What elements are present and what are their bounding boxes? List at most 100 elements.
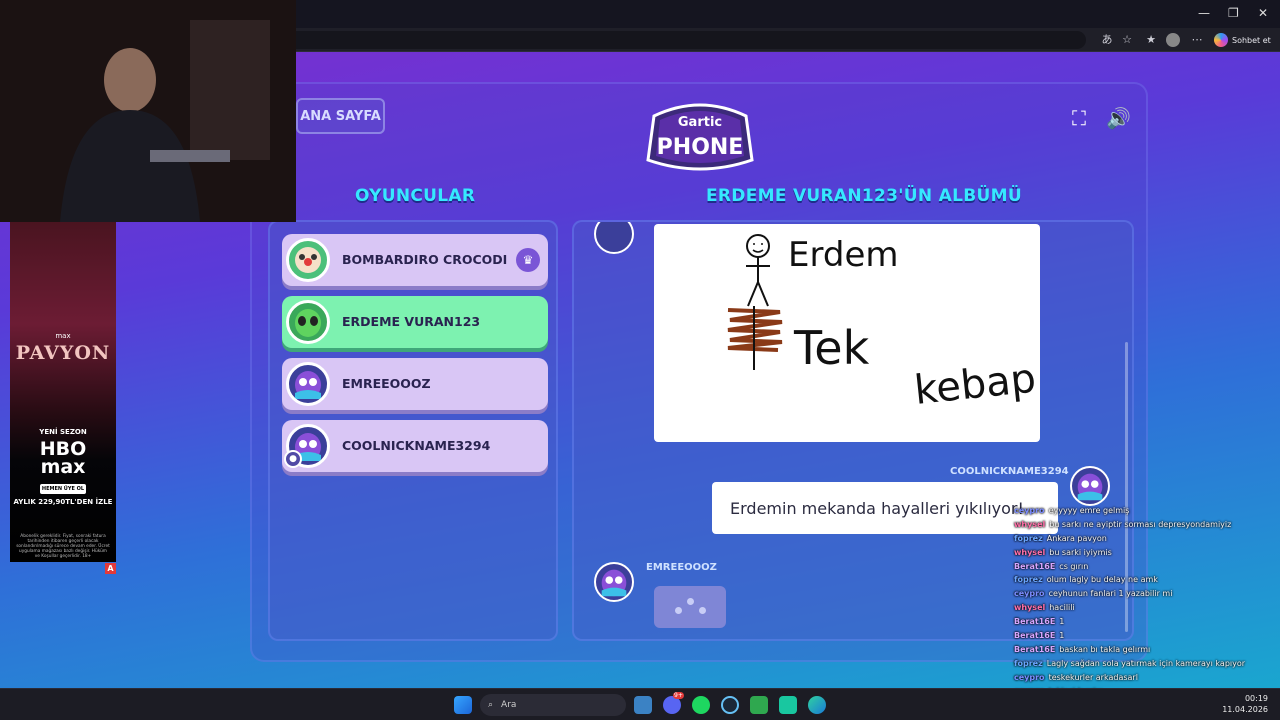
chat-text: ceyhunun fanlari 1 yazabilir mi	[1048, 589, 1173, 599]
chat-text: eyyyyy emre gelmiş	[1048, 506, 1130, 515]
hbo-max-ad[interactable]: max PAVYON YENİ SEZON HBO max HEMEN ÜYE …	[10, 222, 116, 562]
taskbar-search[interactable]: ⌕ Ara	[480, 694, 626, 716]
chat-message: foprez Lagly sağdan sola yatırmak için ka…	[1014, 657, 1274, 671]
chat-message: whysel hacilili	[1014, 601, 1274, 615]
chat-message: Berat16E cs gırın	[1014, 560, 1274, 574]
steam-icon[interactable]	[721, 696, 739, 714]
profile-avatar-icon[interactable]	[1166, 33, 1180, 47]
chat-message: foprez olum lagly bu delay ne amk	[1014, 573, 1274, 587]
favorites-icon[interactable]: ★	[1144, 33, 1158, 47]
bird-avatar-icon	[594, 222, 634, 254]
taskbar-clock[interactable]: 00:19 11.04.2026	[1222, 693, 1268, 715]
copilot-chat-button[interactable]: Sohbet et	[1214, 32, 1271, 48]
hbo-max-logo: HBO max	[39, 438, 87, 478]
player-card: EMREEOOOZ	[282, 358, 548, 410]
ad-brand-small: max	[55, 332, 71, 340]
ad-fine-print: Abonelik gereklidir. Fiyat, sonraki fatu…	[16, 534, 110, 559]
chat-message: Berat16E 1	[1014, 615, 1274, 629]
players-panel: BOMBARDIRO CROCODI ♛ ERDEME VURAN123 EMR…	[268, 220, 558, 641]
clown-avatar-icon	[286, 238, 330, 282]
home-button[interactable]: ANA SAYFA	[296, 98, 385, 134]
chat-username: Berat16E	[1014, 631, 1056, 641]
volume-icon[interactable]: 🔊	[1106, 106, 1131, 130]
windows-start-icon[interactable]	[454, 696, 472, 714]
player-name: COOLNICKNAME3294	[342, 438, 491, 453]
address-bar[interactable]	[296, 31, 1086, 49]
player-card-active: ERDEME VURAN123	[282, 296, 548, 348]
search-icon: ⌕	[488, 700, 494, 710]
chat-username: whysel	[1014, 519, 1046, 529]
chat-username: foprez	[1014, 533, 1043, 543]
clock-time: 00:19	[1244, 694, 1268, 703]
minimize-button[interactable]: —	[1198, 6, 1210, 20]
player-card: ● COOLNICKNAME3294	[282, 420, 548, 472]
alien-avatar-icon	[286, 300, 330, 344]
bird-avatar-icon	[286, 362, 330, 406]
players-title: OYUNCULAR	[355, 186, 476, 206]
chat-text: 1	[1059, 631, 1065, 641]
minecraft-launcher-icon[interactable]	[750, 696, 768, 714]
more-menu-icon[interactable]: ⋯	[1190, 33, 1204, 47]
gartic-phone-logo: Gartic PHONE	[646, 103, 754, 171]
chat-message: Berat16E baskan bı takla gelırmı	[1014, 643, 1274, 657]
spotify-icon[interactable]	[692, 696, 710, 714]
drawing-canvas: Erdem Tek kebap	[654, 224, 1040, 442]
player-name: EMREEOOOZ	[342, 376, 431, 391]
host-crown-icon: ♛	[516, 248, 540, 272]
chat-username: whysel	[1014, 603, 1046, 613]
chat-text: hacilili	[1049, 603, 1075, 613]
ad-cta-button[interactable]: HEMEN ÜYE OL	[40, 484, 86, 494]
chat-username: ceypro	[1014, 506, 1045, 515]
waiting-author: EMREEOOOZ	[646, 562, 717, 573]
typing-dot	[675, 607, 682, 614]
discord-badge: 9+	[673, 692, 684, 699]
windows-taskbar: ⌕ Ara 9+ 00:19 11.04.2026	[0, 688, 1280, 720]
chat-text: Lagly sağdan sola yatırmak için kamerayı…	[1046, 658, 1246, 668]
maximize-button[interactable]: ❐	[1228, 6, 1239, 20]
svg-text:kebap: kebap	[912, 355, 1038, 413]
chat-text: baskan bı takla gelırmı	[1059, 644, 1151, 654]
chat-username: foprez	[1014, 658, 1043, 668]
favorite-star-icon[interactable]: ☆	[1120, 33, 1134, 47]
translate-icon[interactable]: あ	[1100, 33, 1114, 47]
ad-title: PAVYON	[15, 342, 111, 364]
copilot-icon	[1214, 33, 1228, 47]
svg-text:Erdem: Erdem	[788, 235, 898, 275]
chat-text: cs gırın	[1059, 561, 1089, 571]
chat-username: whysel	[1014, 547, 1046, 557]
chat-text: 1	[1059, 617, 1065, 627]
chat-username: Berat16E	[1014, 617, 1056, 627]
player-name: BOMBARDIRO CROCODI	[342, 252, 508, 267]
chat-text: Ankara pavyon	[1046, 533, 1107, 543]
message-bubble: Erdemin mekanda hayalleri yıkılıyor!	[712, 482, 1058, 534]
ad-season: YENİ SEZON	[39, 428, 87, 436]
user-icon: ●	[284, 450, 302, 468]
search-label: Ara	[501, 700, 517, 710]
chat-username: foprez	[1014, 575, 1043, 585]
chat-message: ceypro eyyyyy emre gelmiş	[1014, 504, 1274, 518]
app-icon[interactable]	[779, 696, 797, 714]
typing-indicator	[654, 586, 726, 628]
chat-username: ceypro	[1014, 589, 1045, 599]
fullscreen-icon[interactable]: ⛶	[1072, 106, 1086, 130]
widget-icon[interactable]	[634, 696, 652, 714]
chat-text: teskekurler arkadasarl	[1048, 672, 1138, 682]
typing-dot	[699, 607, 706, 614]
chat-message: ceypro teskekurler arkadasarl	[1014, 671, 1274, 685]
chat-username: ceypro	[1014, 672, 1045, 682]
chat-message: foprez Ankara pavyon	[1014, 532, 1274, 546]
webcam-overlay	[0, 0, 296, 222]
chat-text: bu sarkı ne ayiptir sorması depresyondam…	[1049, 519, 1232, 529]
player-card: BOMBARDIRO CROCODI ♛	[282, 234, 548, 286]
ad-price: AYLIK 229,90TL'DEN İZLE	[13, 498, 113, 506]
discord-icon[interactable]: 9+	[663, 692, 684, 714]
message-author: COOLNICKNAME3294	[950, 466, 1069, 477]
chat-message: whysel bu sarkı ne ayiptir sorması depres…	[1014, 518, 1274, 532]
browser-toolbar: あ ☆ ★ ⋯ Sohbet et	[296, 28, 1280, 52]
twitch-chat-overlay: ceypro eyyyyy emre gelmiş whysel bu sarkı n…	[1014, 504, 1274, 712]
edge-icon[interactable]	[808, 696, 826, 714]
copilot-chat-label: Sohbet et	[1232, 35, 1271, 45]
chat-message: whysel bu sarki iyiymis	[1014, 546, 1274, 560]
player-name: ERDEME VURAN123	[342, 314, 481, 329]
close-button[interactable]: ✕	[1258, 6, 1268, 20]
